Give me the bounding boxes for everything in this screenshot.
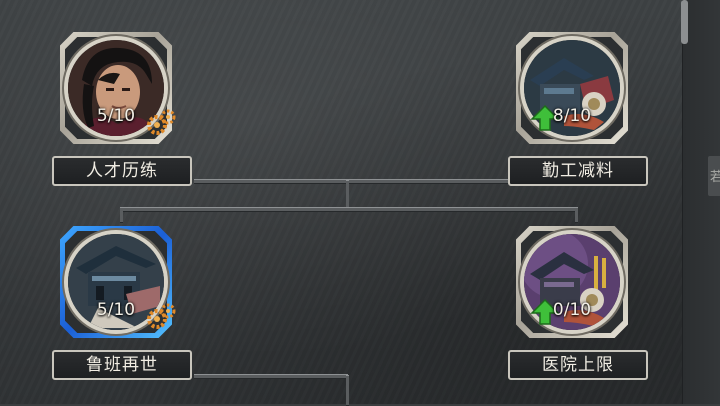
connector-line: [120, 207, 578, 212]
connector-line: [346, 375, 349, 406]
connector-line: [194, 179, 348, 184]
connector-line: [194, 374, 348, 379]
node-progress: 8/10: [552, 106, 592, 126]
side-panel: [682, 0, 720, 404]
node-progress: 0/10: [552, 300, 592, 320]
scrollbar-thumb[interactable]: [681, 0, 688, 44]
gear-icon: [147, 109, 176, 135]
connector-line: [348, 179, 508, 184]
gear-icon: [147, 303, 176, 329]
connector-line: [120, 207, 123, 223]
connector-line: [575, 207, 578, 223]
node-label: 勤工减料: [508, 156, 648, 186]
node-label: 鲁班再世: [52, 350, 192, 380]
node-label: 医院上限: [508, 350, 648, 380]
side-tab-label: 若: [710, 170, 720, 185]
node-label: 人才历练: [52, 156, 192, 186]
